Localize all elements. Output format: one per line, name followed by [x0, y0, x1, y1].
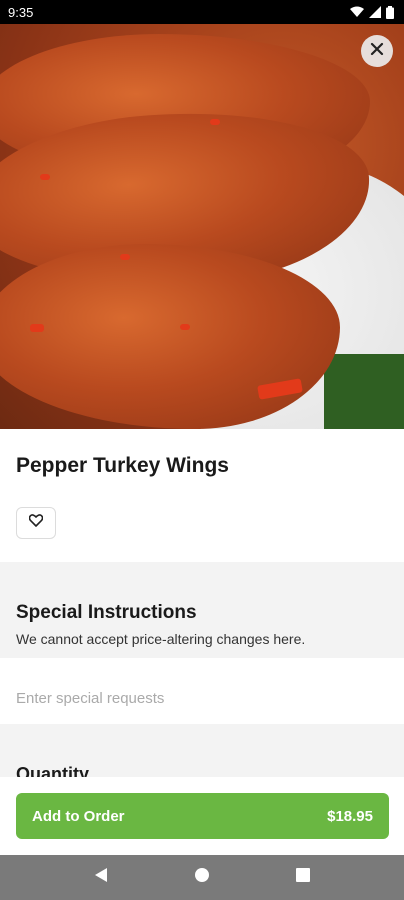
order-price: $18.95 — [327, 807, 373, 825]
status-icons — [350, 5, 394, 19]
special-requests-input[interactable] — [0, 658, 404, 724]
heart-icon — [28, 514, 44, 532]
home-button[interactable] — [182, 858, 222, 898]
turkey-wing-bottom — [0, 244, 340, 429]
favorite-button[interactable] — [16, 507, 56, 539]
order-footer: Add to Order $18.95 — [0, 777, 404, 855]
back-icon — [94, 867, 108, 888]
pepper-fleck — [40, 174, 50, 180]
grass-background — [324, 354, 404, 429]
home-icon — [194, 867, 210, 888]
wifi-icon — [350, 6, 364, 18]
status-time: 9:35 — [8, 4, 34, 20]
status-bar: 9:35 — [0, 0, 404, 24]
item-title: Pepper Turkey Wings — [16, 454, 229, 477]
recents-icon — [296, 868, 311, 887]
pepper-fleck — [120, 254, 130, 260]
special-instructions-title: Special Instructions — [16, 602, 197, 623]
close-icon — [370, 42, 384, 61]
back-button[interactable] — [81, 858, 121, 898]
close-button[interactable] — [361, 35, 393, 67]
item-photo — [0, 24, 404, 429]
special-instructions-description: We cannot accept price-altering changes … — [16, 631, 306, 647]
pepper-fleck — [210, 119, 220, 125]
signal-icon — [369, 6, 381, 18]
add-to-order-button[interactable]: Add to Order $18.95 — [16, 793, 389, 839]
pepper-fleck — [30, 324, 44, 332]
battery-icon — [386, 5, 394, 19]
system-nav-bar — [0, 855, 404, 900]
add-to-order-label: Add to Order — [32, 807, 125, 825]
recents-button[interactable] — [283, 858, 323, 898]
pepper-fleck — [180, 324, 190, 330]
